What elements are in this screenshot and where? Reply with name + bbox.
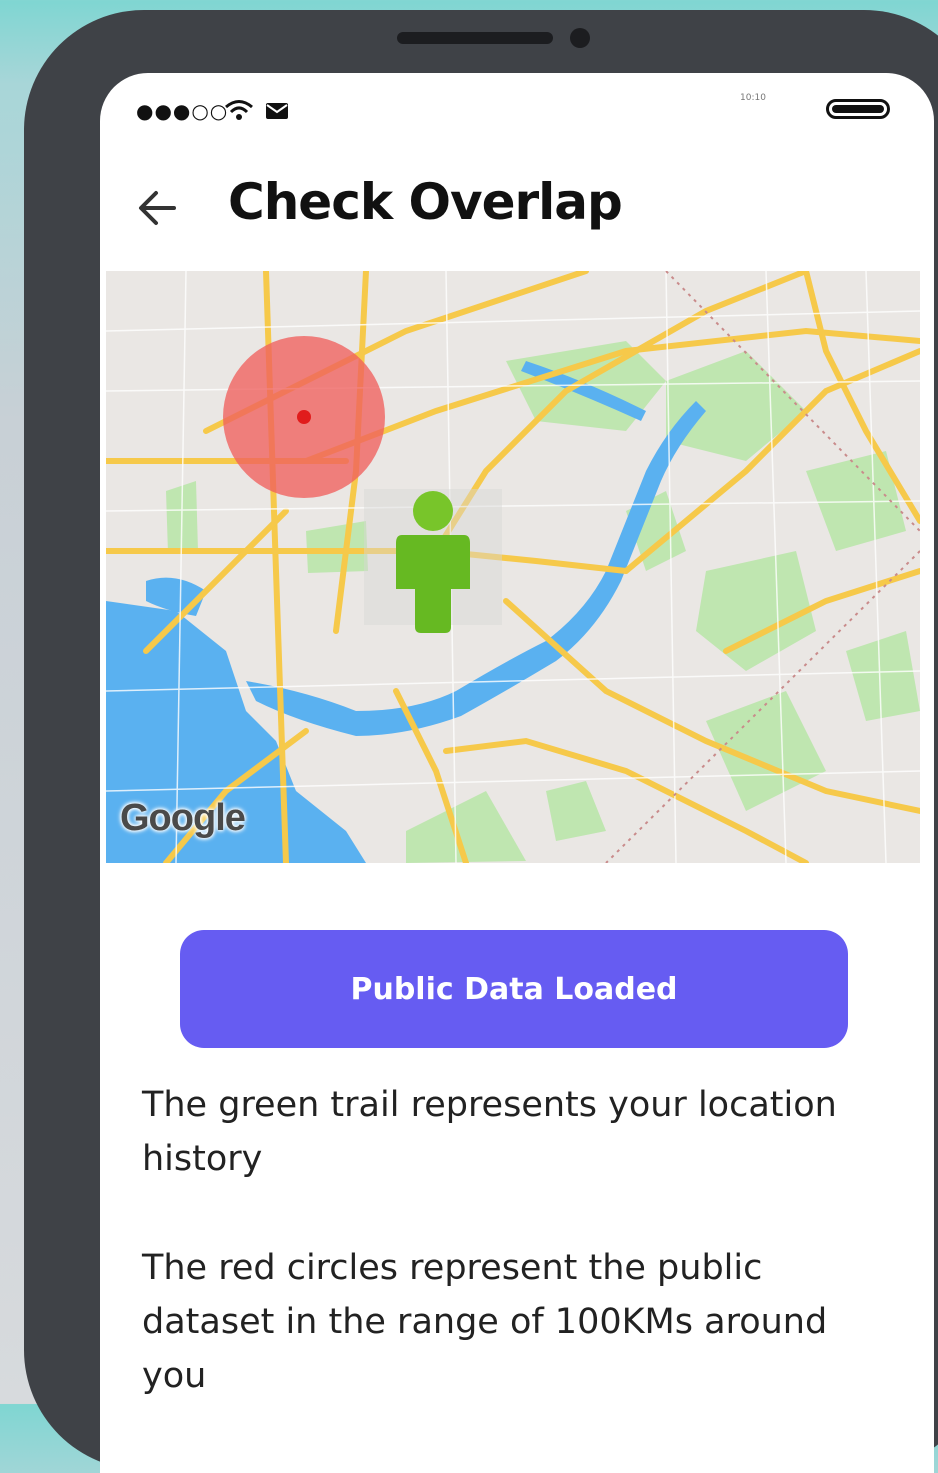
trail-description: The green trail represents your location… [142, 1085, 837, 1179]
front-camera [570, 28, 590, 48]
map-tiles [106, 271, 920, 863]
mail-icon [266, 103, 288, 119]
public-data-loaded-button[interactable]: Public Data Loaded [180, 930, 848, 1048]
app-bar: Check Overlap [100, 163, 934, 263]
google-logo: Google [120, 797, 246, 839]
arrow-left-icon[interactable] [134, 185, 180, 231]
wifi-icon [225, 100, 253, 120]
speaker-grille [397, 32, 553, 44]
user-location-person-icon[interactable] [364, 489, 502, 633]
clock: 10:10 [740, 93, 766, 103]
phone-frame: ●●●○○ 10:10 Check Overlap Google Public … [24, 10, 938, 1473]
app-screen: ●●●○○ 10:10 Check Overlap Google Public … [100, 73, 934, 1473]
public-dataset-point [297, 410, 311, 424]
status-bar: ●●●○○ 10:10 [100, 73, 934, 143]
signal-strength-icon: ●●●○○ [136, 99, 229, 123]
battery-level [832, 105, 884, 113]
circles-description: The red circles represent the public dat… [142, 1248, 828, 1396]
map-view[interactable]: Google [106, 271, 920, 863]
page-title: Check Overlap [228, 173, 623, 231]
battery-icon [826, 99, 890, 119]
